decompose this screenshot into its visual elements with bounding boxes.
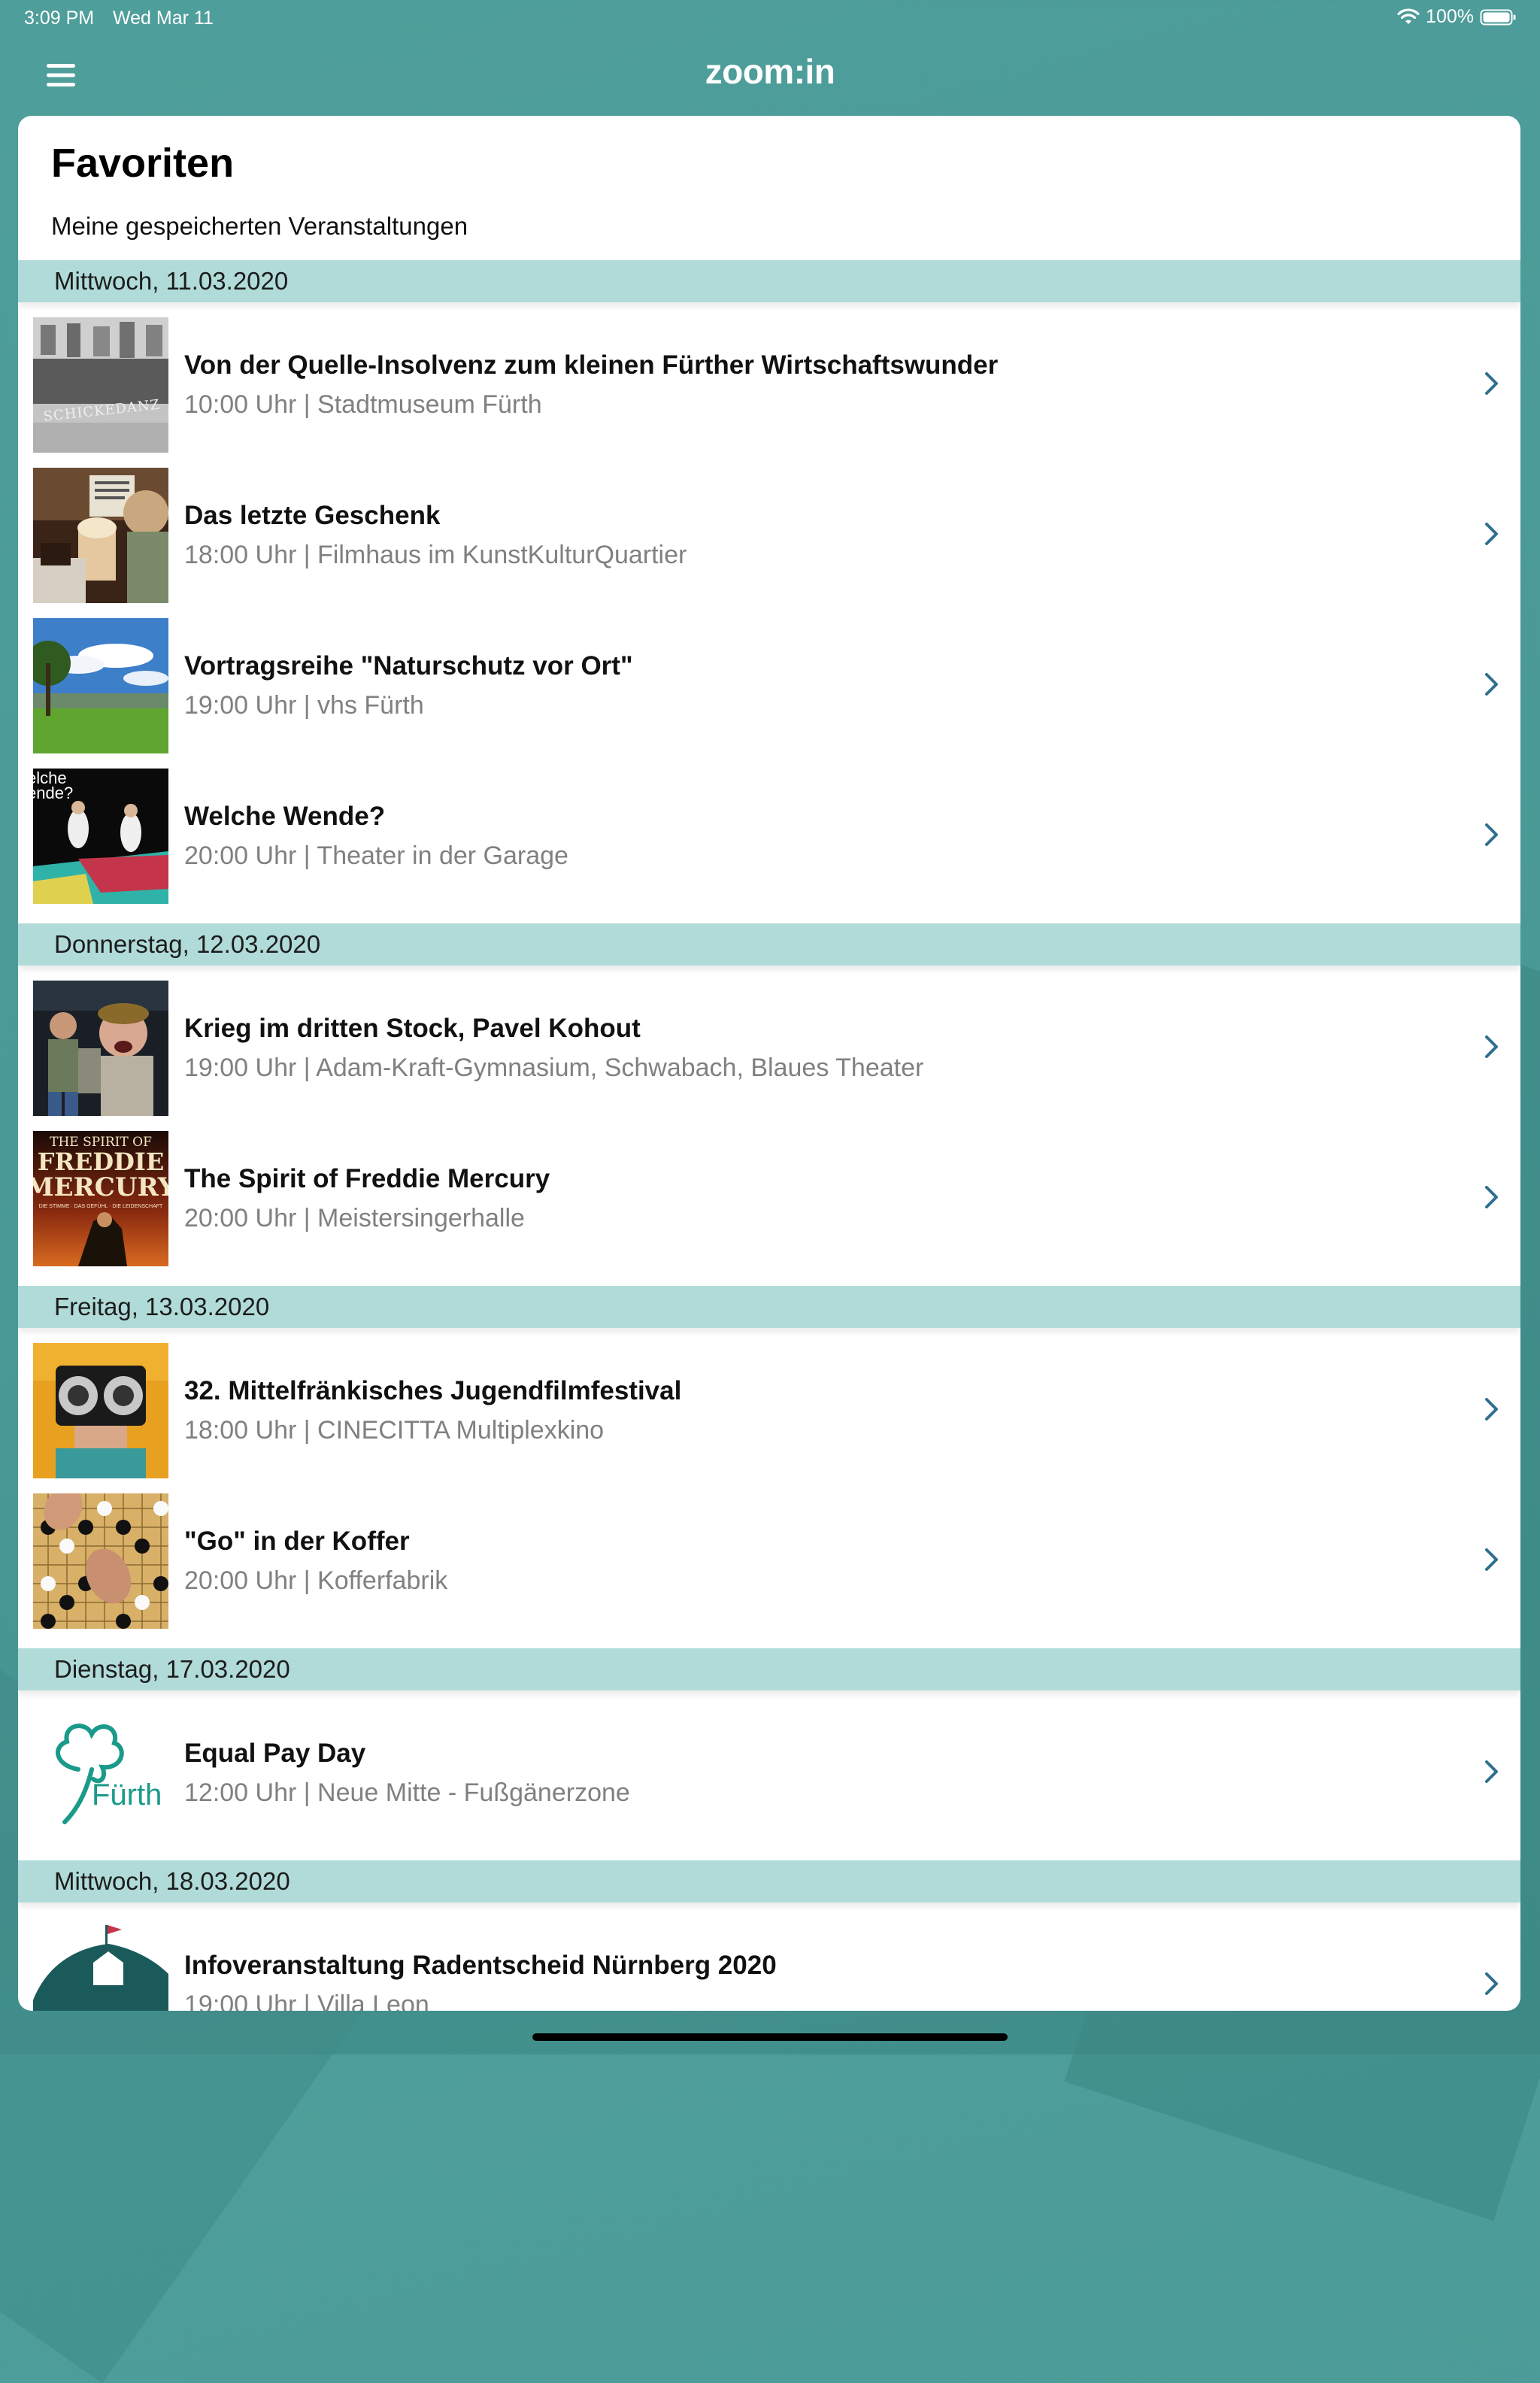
- event-thumbnail: THE SPIRIT OF FREDDIE MERCURY DIE STIMME…: [33, 1131, 168, 1266]
- battery-percentage: 100%: [1426, 6, 1474, 27]
- event-title: Vortragsreihe "Naturschutz vor Ort": [184, 651, 633, 681]
- nav-bar: zoom:in: [0, 36, 1540, 114]
- status-indicators: 100%: [1397, 6, 1517, 28]
- event-thumbnail: [33, 1918, 168, 2011]
- status-date: Wed Mar 11: [113, 8, 214, 29]
- event-row[interactable]: SCHICKEDANZ Von der Quelle-Insolvenz zum…: [18, 313, 1520, 463]
- event-row[interactable]: "Go" in der Koffer 20:00 Uhr | Kofferfab…: [18, 1489, 1520, 1639]
- app-title: zoom:in: [705, 52, 835, 91]
- date-header: Freitag, 13.03.2020: [18, 1286, 1520, 1328]
- card-header: Favoriten Meine gespeicherten Veranstalt…: [18, 116, 1520, 260]
- event-row[interactable]: Krieg im dritten Stock, Pavel Kohout 19:…: [18, 976, 1520, 1126]
- event-list: Infoveranstaltung Radentscheid Nürnberg …: [18, 1902, 1520, 2011]
- chevron-right-icon: [1485, 1186, 1498, 1208]
- event-meta: 12:00 Uhr | Neue Mitte - Fußgänerzone: [184, 1778, 630, 1807]
- event-thumbnail: [33, 618, 168, 753]
- page-subtitle: Meine gespeicherten Veranstaltungen: [51, 212, 468, 240]
- event-thumbnail: elche ende?: [33, 769, 168, 904]
- event-title: Welche Wende?: [184, 802, 386, 831]
- status-time: 3:09 PM: [24, 8, 95, 29]
- event-list: 32. Mittelfränkisches Jugendfilmfestival…: [18, 1328, 1520, 1648]
- event-thumbnail: Fürth: [33, 1705, 168, 1841]
- page-title: Favoriten: [51, 141, 235, 186]
- chevron-right-icon: [1485, 523, 1498, 545]
- chevron-right-icon: [1485, 1972, 1498, 1995]
- event-row[interactable]: Das letzte Geschenk 18:00 Uhr | Filmhaus…: [18, 463, 1520, 614]
- event-title: Equal Pay Day: [184, 1739, 366, 1768]
- favorites-card: Favoriten Meine gespeicherten Veranstalt…: [18, 116, 1520, 2011]
- chevron-right-icon: [1485, 823, 1498, 846]
- event-list: Fürth Equal Pay Day 12:00 Uhr | Neue Mit…: [18, 1690, 1520, 1860]
- event-row[interactable]: Vortragsreihe "Naturschutz vor Ort" 19:0…: [18, 614, 1520, 764]
- event-meta: 20:00 Uhr | Theater in der Garage: [184, 841, 568, 870]
- event-row[interactable]: Infoveranstaltung Radentscheid Nürnberg …: [18, 1913, 1520, 2011]
- event-row[interactable]: elche ende? Welche Wende? 20:00 Uhr | Th…: [18, 764, 1520, 914]
- event-row[interactable]: 32. Mittelfränkisches Jugendfilmfestival…: [18, 1339, 1520, 1489]
- event-meta: 19:00 Uhr | vhs Fürth: [184, 691, 424, 720]
- event-title: 32. Mittelfränkisches Jugendfilmfestival: [184, 1376, 682, 1405]
- event-thumbnail: [33, 468, 168, 603]
- date-header: Mittwoch, 18.03.2020: [18, 1860, 1520, 1902]
- chevron-right-icon: [1485, 1035, 1498, 1058]
- event-thumbnail: [33, 1493, 168, 1629]
- chevron-right-icon: [1485, 372, 1498, 395]
- event-title: The Spirit of Freddie Mercury: [184, 1164, 550, 1193]
- chevron-right-icon: [1485, 1398, 1498, 1420]
- event-meta: 10:00 Uhr | Stadtmuseum Fürth: [184, 390, 542, 419]
- status-bar: 3:09 PM Wed Mar 11 100%: [0, 0, 1540, 36]
- date-header: Donnerstag, 12.03.2020: [18, 923, 1520, 966]
- event-title: Infoveranstaltung Radentscheid Nürnberg …: [184, 1951, 777, 1980]
- event-title: Das letzte Geschenk: [184, 501, 441, 530]
- home-indicator[interactable]: [532, 2033, 1008, 2041]
- event-row[interactable]: THE SPIRIT OF FREDDIE MERCURY DIE STIMME…: [18, 1126, 1520, 1277]
- thumbnail-text: Fürth: [92, 1778, 162, 1812]
- thumbnail-text: DIE STIMME · DAS GEFÜHL · DIE LEIDENSCHA…: [39, 1203, 163, 1209]
- event-title: Von der Quelle-Insolvenz zum kleinen Für…: [184, 350, 999, 380]
- event-thumbnail: [33, 1343, 168, 1478]
- event-title: "Go" in der Koffer: [184, 1527, 410, 1556]
- event-meta: 19:00 Uhr | Villa Leon: [184, 1990, 429, 2011]
- battery-icon: [1480, 8, 1517, 26]
- event-title: Krieg im dritten Stock, Pavel Kohout: [184, 1014, 641, 1043]
- event-thumbnail: [33, 981, 168, 1116]
- event-meta: 19:00 Uhr | Adam-Kraft-Gymnasium, Schwab…: [184, 1054, 924, 1082]
- date-header: Mittwoch, 11.03.2020: [18, 260, 1520, 302]
- event-meta: 20:00 Uhr | Kofferfabrik: [184, 1566, 448, 1595]
- event-row[interactable]: Fürth Equal Pay Day 12:00 Uhr | Neue Mit…: [18, 1701, 1520, 1851]
- chevron-right-icon: [1485, 1548, 1498, 1571]
- event-meta: 18:00 Uhr | CINECITTA Multiplexkino: [184, 1416, 605, 1445]
- chevron-right-icon: [1485, 673, 1498, 696]
- event-meta: 18:00 Uhr | Filmhaus im KunstKulturQuart…: [184, 541, 687, 569]
- wifi-icon: [1397, 8, 1420, 26]
- event-thumbnail: SCHICKEDANZ: [33, 317, 168, 453]
- thumbnail-text: MERCURY: [33, 1172, 168, 1202]
- event-meta: 20:00 Uhr | Meistersingerhalle: [184, 1204, 525, 1232]
- event-list: SCHICKEDANZ Von der Quelle-Insolvenz zum…: [18, 302, 1520, 923]
- event-list: Krieg im dritten Stock, Pavel Kohout 19:…: [18, 966, 1520, 1286]
- chevron-right-icon: [1485, 1760, 1498, 1783]
- date-header: Dienstag, 17.03.2020: [18, 1648, 1520, 1690]
- thumbnail-text: ende?: [33, 784, 73, 802]
